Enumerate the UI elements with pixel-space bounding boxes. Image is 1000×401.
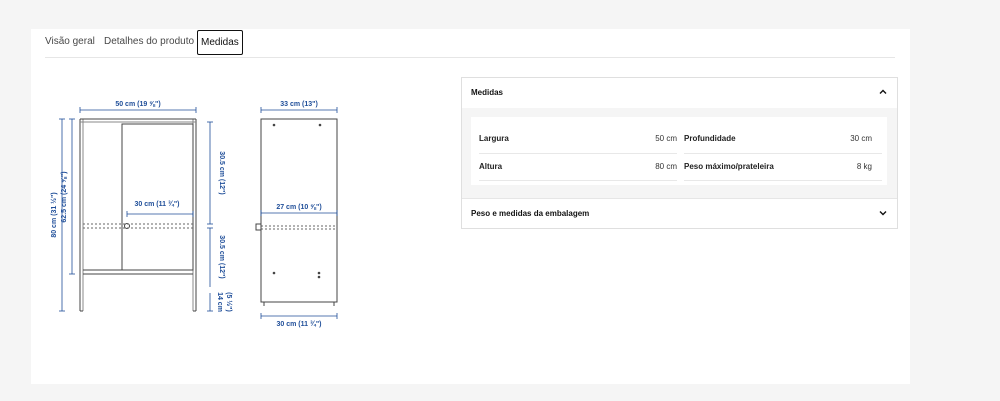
tab-overview[interactable]: Visão geral xyxy=(45,36,95,47)
measures-accordion-title: Medidas xyxy=(471,88,504,97)
front-lower-gap-label: 30.5 cm (12") xyxy=(218,235,225,278)
side-dimension-lines xyxy=(260,107,338,319)
chevron-up-icon xyxy=(879,89,887,94)
front-upper-gap-label: 30.5 cm (12") xyxy=(218,151,225,194)
tab-measures[interactable]: Medidas xyxy=(197,30,243,55)
front-shelf-depth-label: 30 cm (11 ¾") xyxy=(135,200,180,208)
dimension-drawing: 50 cm (19 ⅝") 80 cm (31 ½") 62.5 cm (24 … xyxy=(50,101,338,328)
measures-accordion-header[interactable]: Medidas xyxy=(462,78,897,108)
tab-bar: Visão geral Detalhes do produto Medidas xyxy=(45,29,895,58)
product-info-card: Visão geral Detalhes do produto Medidas xyxy=(31,29,910,384)
measure-label-width: Largura xyxy=(479,134,509,143)
chevron-down-icon xyxy=(879,211,887,216)
measure-value-width: 50 cm xyxy=(655,134,677,143)
measure-label-height: Altura xyxy=(479,162,503,171)
front-dimension-lines xyxy=(59,107,213,312)
measure-value-depth: 30 cm xyxy=(850,134,872,143)
measures-table: Largura 50 cm Profundidade 30 cm Altura … xyxy=(471,117,887,185)
measure-value-height: 80 cm xyxy=(655,162,677,171)
front-view xyxy=(79,118,197,312)
front-width-label: 50 cm (19 ⅝") xyxy=(115,101,160,108)
measure-label-max-weight-shelf: Peso máximo/prateleira xyxy=(684,162,774,171)
front-leg-height-label: 14 cm xyxy=(216,292,223,312)
front-leg-height-label-inches: (5 ½") xyxy=(225,292,233,312)
tab-product-details[interactable]: Detalhes do produto xyxy=(104,36,194,47)
measures-accordion-panel: Medidas Largura 50 cm Profundidade 30 cm… xyxy=(461,77,898,229)
side-inner-depth-label: 27 cm (10 ⅝") xyxy=(276,204,321,211)
measure-value-max-weight-shelf: 8 kg xyxy=(856,162,872,171)
side-bottom-depth-label: 30 cm (11 ¾") xyxy=(277,320,322,328)
front-inner-height-label: 62.5 cm (24 ⅝") xyxy=(61,171,68,222)
side-knob xyxy=(255,223,262,231)
front-door-panel xyxy=(121,123,194,271)
measure-label-depth: Profundidade xyxy=(684,134,736,143)
side-view xyxy=(255,118,338,306)
front-total-height-label: 80 cm (31 ½") xyxy=(50,192,58,237)
side-screw-dots xyxy=(272,123,322,279)
package-accordion-header[interactable]: Peso e medidas da embalagem xyxy=(462,199,897,229)
side-top-depth-label: 33 cm (13") xyxy=(280,101,318,108)
package-accordion-title: Peso e medidas da embalagem xyxy=(471,209,590,218)
